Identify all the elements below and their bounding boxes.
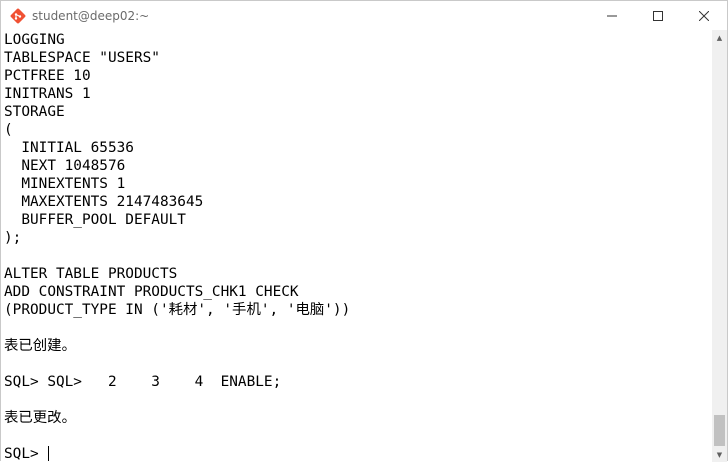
arrow-up-icon: ▲ — [716, 33, 723, 42]
terminal-line: ADD CONSTRAINT PRODUCTS_CHK1 CHECK — [4, 284, 299, 300]
terminal-line: ); — [4, 230, 22, 246]
terminal-window: student@deep02:~ LOGGING TABLESPACE "USER… — [0, 0, 728, 462]
window-title: student@deep02:~ — [32, 8, 150, 23]
scroll-down-button[interactable]: ▼ — [712, 447, 727, 462]
terminal-line: MINEXTENTS 1 — [4, 176, 126, 192]
close-icon — [699, 10, 709, 21]
terminal-line: STORAGE — [4, 104, 65, 120]
terminal-line: ( — [4, 122, 13, 138]
arrow-down-icon: ▼ — [716, 450, 723, 459]
minimize-button[interactable] — [589, 1, 635, 30]
scroll-up-button[interactable]: ▲ — [712, 30, 727, 45]
window-controls — [589, 1, 727, 30]
terminal-line: (PRODUCT_TYPE IN ('耗材', '手机', '电脑')) — [4, 302, 351, 318]
terminal-line: SQL> SQL> 2 3 4 ENABLE; — [4, 374, 282, 390]
terminal-line: LOGGING — [4, 32, 65, 48]
terminal-output[interactable]: LOGGING TABLESPACE "USERS" PCTFREE 10 INITR… — [1, 30, 714, 462]
close-button[interactable] — [681, 1, 727, 30]
vertical-scrollbar[interactable]: ▲ ▼ — [712, 30, 727, 462]
minimize-icon — [607, 15, 617, 16]
text-cursor — [48, 446, 50, 461]
terminal-line: MAXEXTENTS 2147483645 — [4, 194, 204, 210]
terminal-lines: LOGGING TABLESPACE "USERS" PCTFREE 10 INITR… — [4, 31, 350, 462]
scroll-thumb[interactable] — [714, 415, 725, 446]
terminal-line: NEXT 1048576 — [4, 158, 126, 174]
git-bash-icon — [10, 8, 26, 24]
terminal-line: ALTER TABLE PRODUCTS — [4, 266, 178, 282]
maximize-icon — [653, 10, 663, 21]
terminal-line: SQL> — [4, 446, 50, 462]
terminal-line: PCTFREE 10 — [4, 68, 91, 84]
terminal-line: 表已更改。 — [4, 410, 76, 426]
terminal-line: BUFFER_POOL DEFAULT — [4, 212, 186, 228]
title-bar[interactable]: student@deep02:~ — [1, 1, 727, 30]
maximize-button[interactable] — [635, 1, 681, 30]
terminal-line: INITIAL 65536 — [4, 140, 134, 156]
terminal-line: 表已创建。 — [4, 338, 76, 354]
terminal-line: TABLESPACE "USERS" — [4, 50, 160, 66]
terminal-line: INITRANS 1 — [4, 86, 91, 102]
